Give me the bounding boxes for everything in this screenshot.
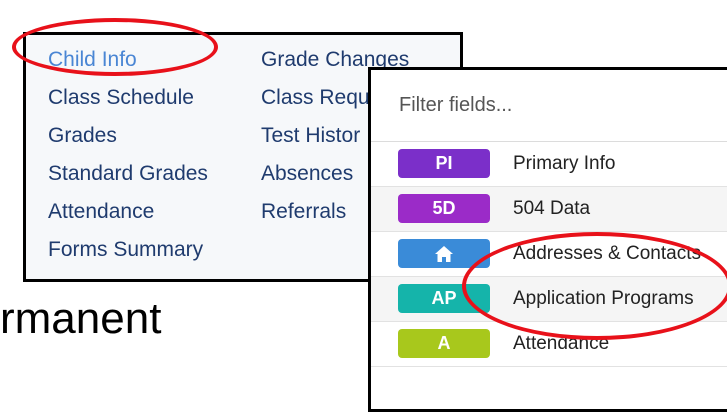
menu-item-grades[interactable]: Grades xyxy=(48,117,208,155)
field-badge-attendance: A xyxy=(398,329,490,358)
field-row-primary-info[interactable]: PI Primary Info xyxy=(371,142,727,187)
field-badge-addresses-contacts xyxy=(398,239,490,268)
field-row-application-programs[interactable]: AP Application Programs xyxy=(371,277,727,322)
field-list: PI Primary Info 5D 504 Data Addresses & … xyxy=(371,142,727,367)
field-label-attendance: Attendance xyxy=(513,333,610,354)
filter-fields-input[interactable] xyxy=(371,70,727,142)
field-badge-504-data: 5D xyxy=(398,194,490,223)
menu-item-forms-summary[interactable]: Forms Summary xyxy=(48,231,208,269)
menu-item-attendance[interactable]: Attendance xyxy=(48,193,208,231)
home-icon xyxy=(435,245,453,262)
slide-background-text: rmanent xyxy=(0,294,162,343)
menu-item-child-info[interactable]: Child Info xyxy=(48,41,208,79)
field-label-504-data: 504 Data xyxy=(513,198,591,219)
field-label-addresses-contacts: Addresses & Contacts xyxy=(513,243,701,264)
menu-column-1: Child Info Class Schedule Grades Standar… xyxy=(48,41,208,269)
field-label-application-programs: Application Programs xyxy=(513,288,694,309)
field-row-attendance[interactable]: A Attendance xyxy=(371,322,727,367)
menu-item-class-schedule[interactable]: Class Schedule xyxy=(48,79,208,117)
field-badge-primary-info: PI xyxy=(398,149,490,178)
filter-fields-panel: PI Primary Info 5D 504 Data Addresses & … xyxy=(368,67,727,412)
field-label-primary-info: Primary Info xyxy=(513,153,616,174)
field-row-504-data[interactable]: 5D 504 Data xyxy=(371,187,727,232)
field-row-addresses-contacts[interactable]: Addresses & Contacts xyxy=(371,232,727,277)
field-badge-application-programs: AP xyxy=(398,284,490,313)
menu-item-standard-grades[interactable]: Standard Grades xyxy=(48,155,208,193)
